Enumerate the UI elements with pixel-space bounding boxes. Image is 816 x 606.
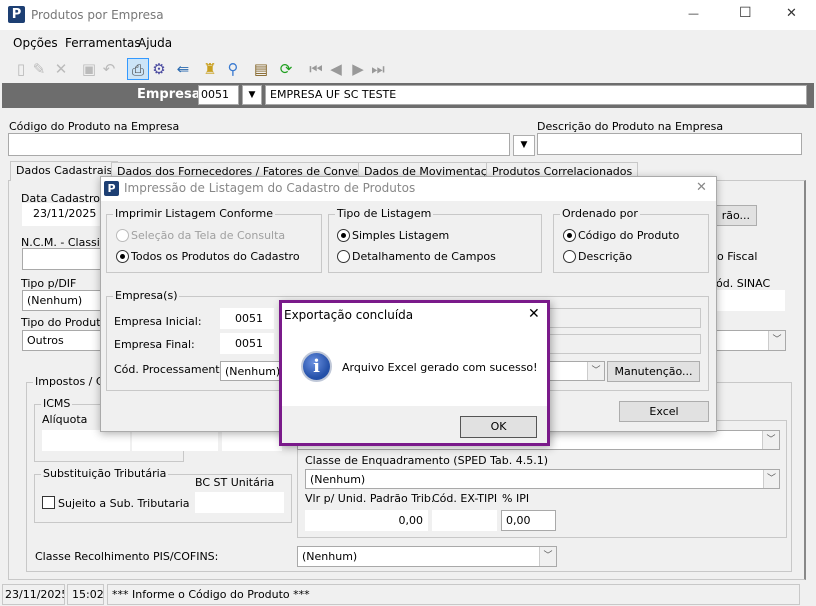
next-record-icon[interactable]: ▶ [347, 58, 369, 80]
edit-icon[interactable]: ✎ [28, 58, 50, 80]
radio-todos-produtos[interactable]: Todos os Produtos do Cadastro [116, 250, 300, 263]
ipi-label: % IPI [502, 492, 530, 505]
enquadramento-select[interactable]: (Nenhum) [305, 469, 780, 489]
product-desc-input[interactable] [537, 133, 802, 155]
fiscal-label: o Fiscal [717, 250, 758, 263]
empresa-inicial-name [540, 308, 701, 328]
ordenado-group: Ordenado por [553, 207, 709, 273]
product-code-input[interactable] [8, 133, 510, 156]
empresa-final-label: Empresa Final: [114, 338, 195, 351]
icms-input-3[interactable] [222, 430, 282, 451]
menu-ferramentas[interactable]: Ferramentas [65, 36, 141, 50]
pis-select[interactable]: (Nenhum) [297, 546, 557, 567]
empresa-final-input[interactable]: 0051 [220, 333, 274, 354]
radio-descricao[interactable]: Descrição [563, 250, 632, 263]
empresa-code-input[interactable]: 0051 [198, 85, 239, 105]
enquadramento-label: Classe de Enquadramento (SPED Tab. 4.5.1… [305, 454, 549, 467]
app-logo-icon: P [104, 181, 119, 196]
app-logo-icon: P [8, 6, 25, 23]
refresh-icon[interactable]: ⟳ [275, 58, 297, 80]
empresa-inicial-label: Empresa Inicial: [114, 315, 202, 328]
product-code-dropdown[interactable]: ▼ [513, 135, 535, 156]
tipo-produto-label: Tipo do Produto [21, 316, 108, 329]
tipo-dif-select[interactable]: (Nenhum) [22, 290, 102, 311]
proc-label: Cód. Processamento: [114, 363, 231, 376]
print-dialog-title: Impressão de Listagem do Cadastro de Pro… [124, 181, 416, 195]
status-date: 23/11/2025 [2, 584, 65, 605]
chevron-down-icon: ﹀ [539, 547, 556, 566]
radio-simples[interactable]: Simples Listagem [337, 229, 449, 242]
icms-input-2[interactable] [132, 430, 218, 451]
aliquota-label: Alíquota [42, 413, 88, 426]
excel-button[interactable]: Excel [619, 401, 709, 422]
vlr-input[interactable]: 0,00 [305, 510, 428, 531]
ok-button[interactable]: OK [460, 416, 537, 438]
maximize-button[interactable]: ☐ [739, 5, 752, 21]
ncm-input[interactable] [22, 248, 102, 270]
chevron-down-icon: ﹀ [762, 431, 779, 449]
empresa-final-name [540, 334, 701, 354]
radio-detalhamento[interactable]: Detalhamento de Campos [337, 250, 496, 263]
bc-st-input[interactable] [195, 492, 284, 513]
tipo-dif-label: Tipo p/DIF [21, 277, 77, 290]
tipo-listagem-group: Tipo de Listagem [328, 207, 542, 273]
sujeito-label: Sujeito a Sub. Tributaria [58, 497, 190, 510]
export-icon[interactable]: ⇚ [172, 58, 194, 80]
empresa-dropdown-button[interactable]: ▼ [242, 85, 262, 105]
aliquota-input[interactable] [42, 430, 130, 451]
menu-opcoes[interactable]: Opções [13, 36, 58, 50]
sujeito-checkbox[interactable] [42, 496, 55, 509]
first-record-icon[interactable]: ⏮ [305, 58, 327, 80]
menu-ajuda[interactable]: Ajuda [138, 36, 172, 50]
search-icon[interactable]: ⚲ [222, 58, 244, 80]
bc-st-label: BC ST Unitária [195, 476, 275, 489]
delete-icon[interactable]: ✕ [50, 58, 72, 80]
status-message: *** Informe o Código do Produto *** [107, 584, 800, 605]
save-icon[interactable]: ▣ [78, 58, 100, 80]
product-desc-label: Descrição do Produto na Empresa [537, 120, 724, 133]
properties-icon[interactable]: ▤ [250, 58, 272, 80]
chevron-down-icon: ﹀ [587, 362, 604, 380]
empresa-name-input[interactable]: EMPRESA UF SC TESTE [265, 85, 807, 105]
product-code-label: Código do Produto na Empresa [9, 120, 180, 133]
empresa-label: Empresa [137, 87, 201, 102]
print-dialog-close[interactable]: ✕ [696, 180, 707, 195]
ipi-input[interactable]: 0,00 [501, 510, 556, 531]
close-button[interactable]: ✕ [786, 6, 797, 21]
radio-selecao-tela[interactable]: Seleção da Tela de Consulta [116, 229, 285, 242]
manutencao-button[interactable]: Manutenção... [607, 361, 700, 382]
info-icon: i [301, 351, 332, 382]
tools-icon[interactable]: ♜ [199, 58, 221, 80]
chevron-down-icon: ﹀ [768, 331, 785, 350]
message-box-title: Exportação concluída [284, 308, 414, 322]
data-cadastro-input[interactable]: 23/11/2025 [22, 203, 102, 226]
extipi-input[interactable] [432, 510, 497, 531]
undo-icon[interactable]: ↶ [98, 58, 120, 80]
pis-label: Classe Recolhimento PIS/COFINS: [35, 550, 219, 563]
vlr-label: Vlr p/ Unid. Padrão Trib. [305, 492, 435, 505]
message-box-close[interactable]: ✕ [528, 306, 540, 322]
window-title: Produtos por Empresa [31, 8, 164, 22]
print-icon[interactable]: ⎙ [127, 58, 149, 80]
extipi-label: Cód. EX-TIPI [432, 492, 498, 505]
chevron-down-icon: ﹀ [763, 470, 779, 488]
sinac-label: ód. SINAC [716, 277, 771, 290]
last-record-icon[interactable]: ⏭ [367, 58, 389, 80]
message-box-text: Arquivo Excel gerado com sucesso! [342, 361, 538, 374]
conforme-group: Imprimir Listagem Conforme [106, 207, 322, 273]
status-time: 15:02 [67, 584, 104, 605]
empresa-inicial-input[interactable]: 0051 [220, 308, 274, 329]
print-setup-icon[interactable]: ⚙ [148, 58, 170, 80]
radio-codigo[interactable]: Código do Produto [563, 229, 679, 242]
tipo-produto-select[interactable]: Outros [22, 330, 102, 351]
minimize-button[interactable]: — [688, 7, 699, 20]
previous-record-icon[interactable]: ◀ [325, 58, 347, 80]
